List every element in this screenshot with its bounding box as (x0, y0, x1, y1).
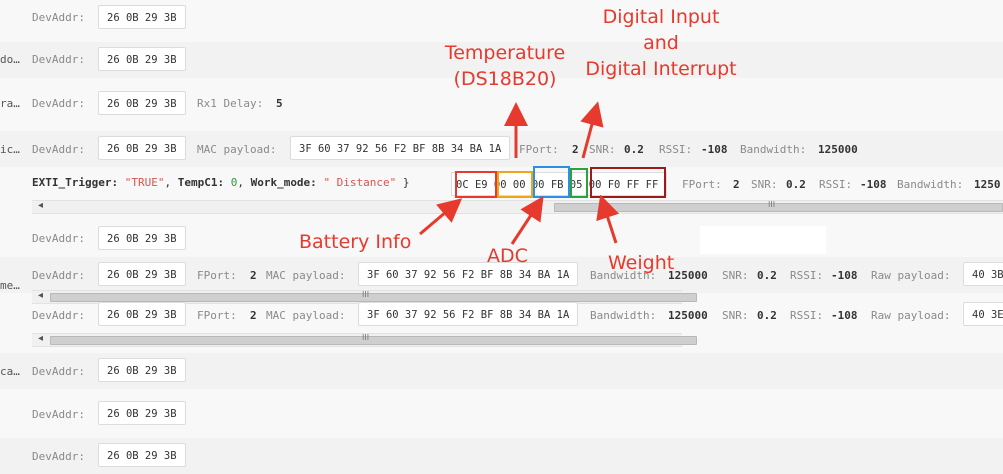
devaddr-label: DevAddr: (32, 269, 85, 282)
mac-payload-field[interactable]: 3F 60 37 92 56 F2 BF 8B 34 BA 1A (358, 302, 579, 326)
device-row: ic… DevAddr: 26 0B 29 3B MAC payload: 3F… (0, 131, 1003, 167)
devaddr-label: DevAddr: (32, 11, 85, 24)
devaddr-field[interactable]: 26 0B 29 3B (98, 226, 186, 250)
rssi-value: -108 (831, 309, 858, 322)
decoded-payload-text: EXTI_Trigger: "TRUE", TempC1: 0, Work_mo… (32, 176, 410, 189)
rx1-delay-label: Rx1 Delay: (197, 97, 264, 110)
rssi-label: RSSI: (790, 309, 824, 322)
snr-label: SNR: (751, 178, 778, 191)
weight-highlight-box (590, 167, 666, 198)
snr-value: 0.2 (786, 178, 806, 191)
fport-value: 2 (733, 178, 740, 191)
scroll-left-arrow-icon[interactable]: ◂ (38, 333, 43, 344)
snr-value: 0.2 (757, 309, 777, 322)
scrollbar-grip-icon: III (768, 200, 776, 209)
snr-label: SNR: (722, 269, 749, 282)
decoded-close-brace: } (402, 176, 410, 189)
devaddr-field[interactable]: 26 0B 29 3B (98, 302, 186, 326)
raw-payload-field[interactable]: 40 3B (963, 262, 1003, 286)
rssi-label: RSSI: (659, 143, 693, 156)
temperature-highlight-box (497, 171, 533, 198)
fport-label: FPort: (519, 143, 559, 156)
bandwidth-label: Bandwidth: (590, 309, 657, 322)
raw-payload-label: Raw payload: (871, 309, 951, 322)
blank-overlay (700, 226, 826, 254)
rx1-delay-value: 5 (276, 97, 283, 110)
digital-input-annotation: Digital Input and Digital Interrupt (585, 6, 737, 80)
rssi-value: -108 (860, 178, 887, 191)
bandwidth-label: Bandwidth: (740, 143, 807, 156)
snr-label: SNR: (722, 309, 749, 322)
devaddr-label: DevAddr: (32, 53, 85, 66)
battery-annotation: Battery Info (299, 231, 412, 253)
rssi-label: RSSI: (790, 269, 824, 282)
row-name-truncated: do… (0, 53, 20, 66)
snr-value: 0.2 (624, 143, 644, 156)
row-name-truncated: ic… (0, 143, 20, 156)
weight-annotation: Weight (608, 252, 675, 274)
temperature-annotation: Temperature (DS18B20) (444, 42, 566, 90)
decoded-value: " Distance" (323, 176, 397, 189)
fport-label: FPort: (682, 178, 722, 191)
devaddr-field[interactable]: 26 0B 29 3B (98, 262, 186, 286)
row-name-truncated: ca… (0, 365, 20, 378)
device-row: DevAddr: 26 0B 29 3B (0, 396, 1003, 432)
fport-label: FPort: (197, 309, 237, 322)
rssi-value: -108 (701, 143, 728, 156)
devaddr-label: DevAddr: (32, 97, 85, 110)
device-row: DevAddr: 26 0B 29 3B (0, 0, 1003, 36)
mac-payload-field[interactable]: 3F 60 37 92 56 F2 BF 8B 34 BA 1A (358, 262, 579, 286)
bandwidth-label: Bandwidth: (897, 178, 964, 191)
horizontal-scrollbar[interactable]: ◂ III (32, 200, 1003, 214)
rssi-label: RSSI: (819, 178, 853, 191)
scrollbar-thumb[interactable]: III (554, 200, 1003, 212)
devaddr-field[interactable]: 26 0B 29 3B (98, 47, 186, 71)
rssi-value: -108 (831, 269, 858, 282)
mac-payload-label: MAC payload: (266, 269, 346, 282)
scrollbar-grip-icon: III (362, 333, 370, 342)
battery-highlight-box (455, 171, 497, 198)
decoded-value: "TRUE" (124, 176, 165, 189)
scroll-left-arrow-icon[interactable]: ◂ (38, 200, 43, 211)
adc-annotation: ADC (487, 245, 528, 267)
raw-payload-label: Raw payload: (871, 269, 951, 282)
devaddr-field[interactable]: 26 0B 29 3B (98, 5, 186, 29)
mac-payload-label: MAC payload: (197, 143, 277, 156)
row-name-truncated: ra… (0, 97, 20, 110)
devaddr-label: DevAddr: (32, 450, 85, 463)
fport-value: 2 (572, 143, 579, 156)
fport-value: 2 (250, 269, 257, 282)
devaddr-label: DevAddr: (32, 408, 85, 421)
devaddr-label: DevAddr: (32, 365, 85, 378)
fport-label: FPort: (197, 269, 237, 282)
devaddr-field[interactable]: 26 0B 29 3B (98, 91, 186, 115)
snr-value: 0.2 (757, 269, 777, 282)
snr-label: SNR: (589, 143, 616, 156)
decoded-key: TempC1: (177, 176, 225, 189)
devaddr-field[interactable]: 26 0B 29 3B (98, 358, 186, 382)
bandwidth-value: 1250 (974, 178, 1001, 191)
bandwidth-value: 125000 (818, 143, 858, 156)
devaddr-field[interactable]: 26 0B 29 3B (98, 136, 186, 160)
raw-payload-field[interactable]: 40 3E (963, 302, 1003, 326)
digital-highlight-box (570, 168, 588, 198)
decoded-key: EXTI_Trigger: (32, 176, 119, 189)
row-name-truncated: me… (0, 279, 20, 292)
decoded-key: Work_mode: (250, 176, 317, 189)
bandwidth-value: 125000 (668, 309, 708, 322)
devaddr-label: DevAddr: (32, 232, 85, 245)
devaddr-label: DevAddr: (32, 309, 85, 322)
mac-payload-field[interactable]: 3F 60 37 92 56 F2 BF 8B 34 BA 1A (290, 136, 511, 160)
scrollbar-thumb[interactable]: III (50, 333, 697, 345)
devaddr-field[interactable]: 26 0B 29 3B (98, 443, 186, 467)
horizontal-scrollbar[interactable]: ◂ III (32, 333, 697, 347)
mac-payload-label: MAC payload: (266, 309, 346, 322)
device-row: DevAddr: 26 0B 29 3B FPort: 2 MAC payloa… (0, 297, 1003, 333)
fport-value: 2 (250, 309, 257, 322)
devaddr-label: DevAddr: (32, 143, 85, 156)
devaddr-field[interactable]: 26 0B 29 3B (98, 401, 186, 425)
device-row: ca… DevAddr: 26 0B 29 3B (0, 353, 1003, 389)
adc-highlight-box (533, 166, 570, 198)
